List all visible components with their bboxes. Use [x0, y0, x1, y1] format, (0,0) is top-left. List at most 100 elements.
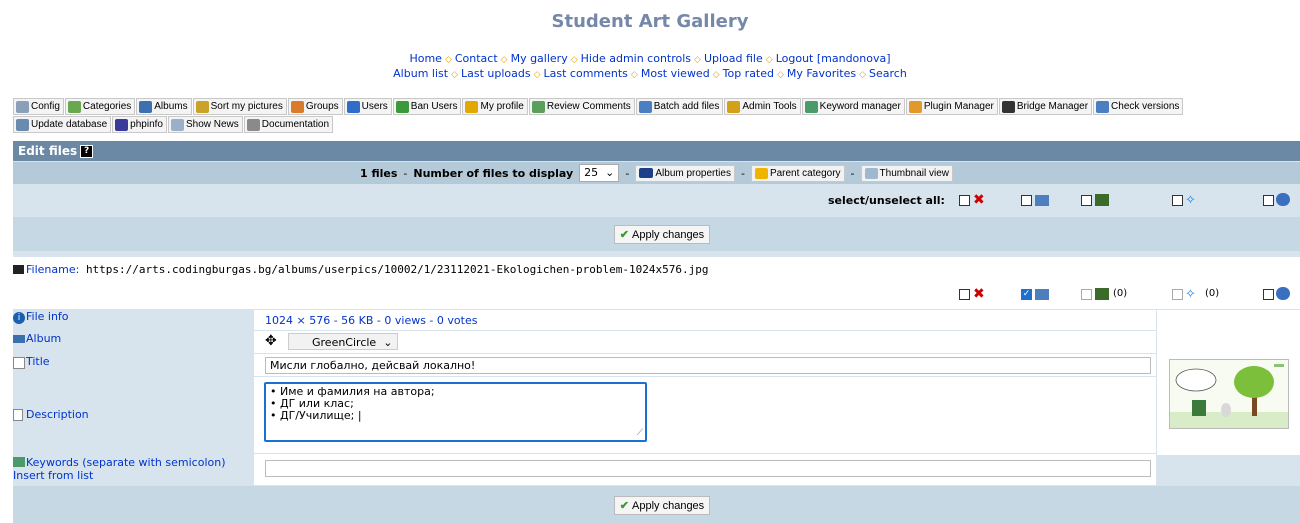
filename-label: Filename: — [26, 263, 80, 276]
nav-link[interactable]: Search — [869, 67, 907, 80]
delete-checkbox[interactable] — [959, 289, 970, 300]
thumbnail-view-button[interactable]: Thumbnail view — [860, 164, 954, 182]
toolbar-bridge-button[interactable]: Bridge Manager — [998, 98, 1093, 115]
plugin-icon — [908, 100, 922, 113]
filename-value: https://arts.codingburgas.bg/albums/user… — [85, 263, 709, 276]
star-icon: ✧ — [1185, 287, 1196, 302]
toolbar-database-button[interactable]: Update database — [13, 116, 112, 133]
resize-handle-icon[interactable]: ⟋ — [637, 427, 643, 439]
check-icon: ✔ — [619, 500, 630, 512]
keywords-cell — [254, 454, 1156, 485]
dash: - — [625, 166, 630, 180]
apply-changes-button[interactable]: ✔ Apply changes — [614, 225, 710, 244]
select-all-rating-checkbox[interactable] — [1172, 195, 1183, 206]
batch-icon — [638, 100, 652, 113]
toolbar-comments-button[interactable]: Review Comments — [528, 98, 635, 115]
toolbar-plugin-button[interactable]: Plugin Manager — [905, 98, 998, 115]
title-icon — [13, 357, 25, 369]
help-icon[interactable]: ? — [80, 145, 94, 158]
dash: - — [403, 166, 408, 180]
toolbar-keyword-button[interactable]: Keyword manager — [801, 98, 905, 115]
edit-files-panel: Edit files? 1 files - Number of files to… — [13, 141, 1300, 523]
docs-icon — [246, 118, 260, 131]
nav-separator-icon: ◇ — [533, 70, 541, 80]
reset-views-checkbox[interactable] — [1081, 289, 1092, 300]
select-all-thumb-checkbox[interactable] — [1021, 195, 1032, 206]
toolbar-label: Config — [31, 101, 60, 112]
info-icon: i — [13, 312, 25, 324]
reset-rating-checkbox[interactable] — [1172, 289, 1183, 300]
delete-comments-checkbox[interactable] — [1263, 289, 1274, 300]
album-row: Album — [13, 331, 253, 353]
star-icon: ✧ — [1185, 193, 1196, 208]
toolbar-php-button[interactable]: phpinfo — [112, 116, 167, 133]
album-properties-button[interactable]: Album properties — [635, 164, 735, 182]
description-cell: • Име и фамилия на автора; • ДГ или клас… — [254, 377, 1156, 453]
toolbar-sort-button[interactable]: Sort my pictures — [192, 98, 287, 115]
album-cell: ✥ GreenCircle ⌄ — [254, 331, 1156, 353]
files-to-display-select[interactable]: 25 ⌄ — [579, 164, 620, 182]
description-textarea[interactable]: • Име и фамилия на автора; • ДГ или клас… — [264, 382, 647, 442]
user-icon — [346, 100, 360, 113]
keyword-icon — [804, 100, 818, 113]
toolbar-groups-button[interactable]: Groups — [287, 98, 343, 115]
nav-separator-icon: ◇ — [451, 70, 458, 80]
select-all-row: select/unselect all: ✖ ✧ — [13, 185, 1300, 216]
toolbar-label: Albums — [154, 101, 188, 112]
toolbar-albums-button[interactable]: Albums — [136, 98, 192, 115]
nav-link[interactable]: Top rated — [723, 67, 774, 80]
parent-category-button[interactable]: Parent category — [750, 164, 845, 182]
nav-link[interactable]: Last comments — [544, 67, 628, 80]
nav-link[interactable]: My gallery — [511, 52, 568, 65]
toolbar-label: Check versions — [1111, 101, 1180, 112]
toolbar-docs-button[interactable]: Documentation — [243, 116, 334, 133]
views-count: (0) — [1113, 288, 1128, 299]
nav-link[interactable]: Contact — [455, 52, 498, 65]
toolbar-ban-users-button[interactable]: Ban Users — [392, 98, 462, 115]
insert-from-list-link[interactable]: Insert from list — [13, 469, 253, 482]
nav-link[interactable]: Logout [mandonova] — [776, 52, 891, 65]
toolbar-batch-button[interactable]: Batch add files — [635, 98, 724, 115]
album-label: Album — [26, 332, 62, 345]
toolbar-news-button[interactable]: Show News — [167, 116, 243, 133]
panel-title: Edit files — [18, 144, 78, 158]
nav-separator-icon: ◇ — [694, 55, 701, 65]
nav-link[interactable]: Home — [409, 52, 441, 65]
album-select[interactable]: GreenCircle ⌄ — [288, 333, 398, 350]
sub-nav: Album list ◇ Last uploads ◇ Last comments ◇ Mo… — [0, 67, 1300, 80]
apply-changes-button[interactable]: ✔ Apply changes — [614, 496, 710, 515]
toolbar-tools-button[interactable]: Admin Tools — [724, 98, 801, 115]
toolbar-gear-button[interactable]: Config — [13, 98, 64, 115]
nav-link[interactable]: Last uploads — [461, 67, 531, 80]
artwork-thumbnail[interactable] — [1169, 359, 1289, 429]
toolbar-profile-button[interactable]: My profile — [462, 98, 528, 115]
grid-icon — [864, 167, 878, 179]
nav-link[interactable]: Album list — [393, 67, 448, 80]
files-count: 1 files — [359, 166, 398, 180]
title-input[interactable]: Мисли глобално, дейсвай локално! — [265, 357, 1151, 374]
move-icon[interactable]: ✥ — [265, 333, 277, 349]
comments-delete-icon — [1276, 287, 1290, 300]
select-all-delete-checkbox[interactable] — [959, 195, 970, 206]
news-icon — [170, 118, 184, 131]
thumbnail-cell — [1157, 310, 1300, 455]
database-icon — [16, 118, 29, 131]
select-all-reset-checkbox[interactable] — [1081, 195, 1092, 206]
toolbar-label: Plugin Manager — [923, 101, 994, 112]
toolbar-versions-button[interactable]: Check versions — [1093, 98, 1184, 115]
thumb-checkbox[interactable]: ✓ — [1021, 289, 1032, 300]
toolbar-label: Keyword manager — [819, 101, 901, 112]
album-icon — [639, 168, 654, 178]
keywords-input[interactable] — [265, 460, 1151, 477]
nav-link[interactable]: My Favorites — [787, 67, 856, 80]
toolbar-tree-button[interactable]: Categories — [64, 98, 136, 115]
nav-link[interactable]: Most viewed — [641, 67, 710, 80]
nav-link[interactable]: Hide admin controls — [581, 52, 691, 65]
ban-users-icon — [395, 100, 409, 113]
nav-link[interactable]: Upload file — [704, 52, 763, 65]
delete-icon: ✖ — [973, 192, 985, 208]
toolbar-user-button[interactable]: Users — [343, 98, 392, 115]
select-all-comments-checkbox[interactable] — [1263, 195, 1274, 206]
versions-icon — [1096, 100, 1110, 113]
nav-separator-icon: ◇ — [500, 55, 508, 65]
